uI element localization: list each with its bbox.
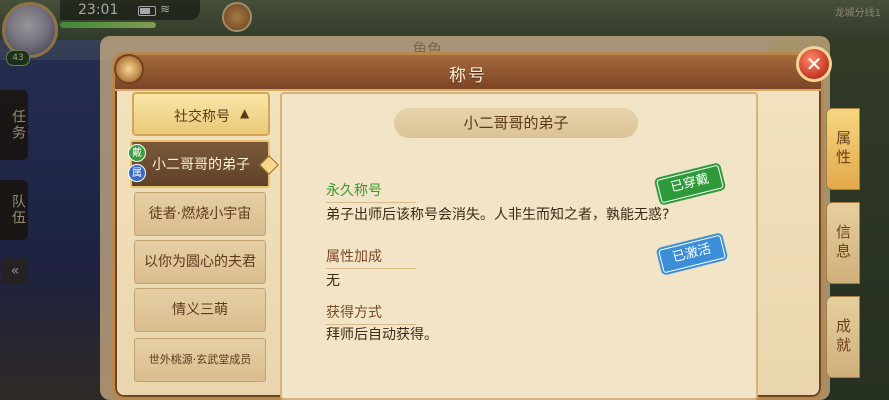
tab-achievements-label: 成就	[834, 318, 852, 356]
title-list: 社交称号 ▲ 戴 属 小二哥哥的弟子 徒者·燃烧小宇宙 以你为圆心的夫君 情义三…	[128, 92, 279, 400]
obtain-method-value: 拜师后自动获得。	[326, 327, 438, 343]
obtain-method-label: 获得方式	[326, 302, 416, 325]
tab-info[interactable]: 信息	[826, 202, 860, 284]
tab-attributes[interactable]: 属性	[826, 108, 860, 190]
tab-info-label: 信息	[834, 224, 852, 262]
list-item[interactable]: 以你为圆心的夫君	[134, 240, 266, 284]
caret-up-icon: ▲	[240, 106, 250, 120]
attribute-bonus-value: 无	[326, 273, 340, 289]
list-item-label: 世外桃源·玄武堂成员	[148, 353, 252, 366]
list-item[interactable]: 徒者·燃烧小宇宙	[134, 192, 266, 236]
attribute-badge-icon: 属	[128, 164, 146, 182]
close-button[interactable]: ✕	[796, 46, 832, 82]
worn-stamp: 已穿戴	[656, 164, 724, 204]
list-item[interactable]: 情义三萌	[134, 288, 266, 332]
list-item-label: 情义三萌	[172, 302, 228, 318]
dialog-title-bar: 称号	[115, 55, 821, 91]
list-item[interactable]: 世外桃源·玄武堂成员	[134, 338, 266, 382]
list-item-label: 小二哥哥的弟子	[152, 157, 250, 173]
list-item-active[interactable]: 戴 属 小二哥哥的弟子	[128, 140, 279, 188]
category-label: 社交称号	[174, 109, 230, 125]
dialog-title: 称号	[449, 66, 487, 86]
worn-badge-icon: 戴	[128, 144, 146, 162]
detail-title-name: 小二哥哥的弟子	[394, 108, 638, 138]
category-header[interactable]: 社交称号 ▲	[132, 92, 270, 136]
title-detail-panel: 小二哥哥的弟子 永久称号 弟子出师后该称号会消失。人非生而知之者，孰能无惑? 属…	[280, 92, 758, 400]
permanent-title-description: 弟子出师后该称号会消失。人非生而知之者，孰能无惑?	[326, 207, 670, 223]
attribute-bonus-label: 属性加成	[326, 246, 416, 269]
corner-ornament-icon	[114, 54, 144, 84]
list-item-label: 徒者·燃烧小宇宙	[148, 206, 252, 222]
list-item-label: 以你为圆心的夫君	[144, 254, 256, 270]
tab-attributes-label: 属性	[834, 130, 852, 168]
permanent-title-label: 永久称号	[326, 180, 416, 203]
activated-stamp: 已激活	[658, 234, 726, 274]
tab-achievements[interactable]: 成就	[826, 296, 860, 378]
